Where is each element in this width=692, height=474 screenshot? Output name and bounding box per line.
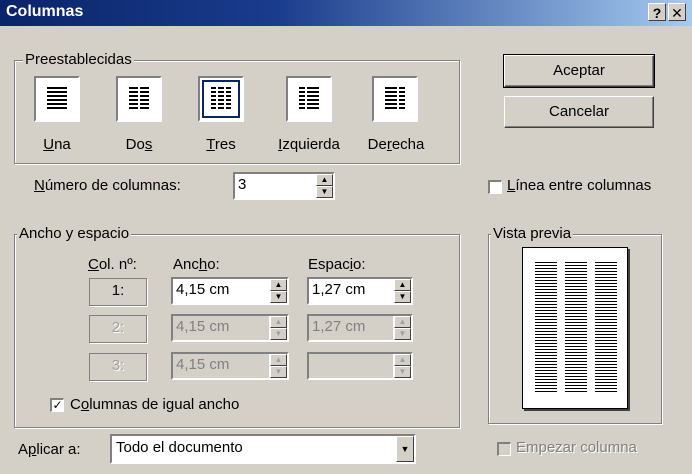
width-value-3: 4,15 cm: [176, 356, 230, 373]
line-between-label: Línea entre columnas: [507, 177, 652, 194]
apply-to-label: Aplicar a:: [18, 441, 81, 458]
col-number-2: 2:: [89, 315, 147, 343]
down-arrow-icon: ▼: [394, 328, 411, 340]
up-arrow-icon: ▲: [394, 354, 411, 366]
three-columns-icon: [211, 87, 231, 109]
width-value-2: 4,15 cm: [176, 318, 230, 335]
up-arrow-icon: ▲: [270, 354, 287, 366]
down-arrow-icon: ▼: [394, 366, 411, 378]
up-arrow-icon: ▲: [270, 316, 287, 328]
width-value-1: 4,15 cm: [176, 281, 230, 298]
apply-to-select[interactable]: Todo el documento: [110, 434, 416, 464]
preview-group-label: Vista previa: [491, 225, 574, 242]
spacing-spinner-2: ▲ ▼: [393, 316, 411, 340]
preset-left-label: Izquierda: [278, 136, 340, 153]
ok-button[interactable]: Aceptar: [503, 54, 655, 88]
right-columns-icon: [385, 87, 405, 109]
start-column-label: Empezar columna: [516, 439, 637, 456]
num-columns-spinner[interactable]: ▲ ▼: [315, 174, 333, 198]
dropdown-arrow-icon[interactable]: ▼: [396, 436, 414, 462]
width-spinner-2: ▲ ▼: [269, 316, 287, 340]
preset-two-button[interactable]: [116, 76, 162, 122]
up-arrow-icon[interactable]: ▲: [394, 279, 411, 291]
width-header: Ancho:: [173, 256, 220, 273]
up-arrow-icon[interactable]: ▲: [270, 279, 287, 291]
preset-three-label: Tres: [206, 136, 236, 153]
preset-one-label: Una: [43, 136, 71, 153]
close-button[interactable]: ✕: [668, 3, 686, 21]
line-between-checkbox[interactable]: [488, 180, 502, 194]
num-columns-value: 3: [238, 176, 247, 193]
start-column-checkbox: [497, 442, 511, 456]
apply-to-value: Todo el documento: [116, 439, 243, 456]
preset-right-label: Derecha: [367, 136, 425, 153]
up-arrow-icon: ▲: [394, 316, 411, 328]
preset-two-label: Dos: [125, 136, 153, 153]
preview-column-2: [565, 262, 587, 394]
equal-width-label: Columnas de igual ancho: [70, 396, 240, 413]
one-column-icon: [47, 87, 67, 109]
width-spinner-1[interactable]: ▲ ▼: [269, 279, 287, 303]
up-arrow-icon[interactable]: ▲: [316, 174, 333, 186]
down-arrow-icon[interactable]: ▼: [270, 291, 287, 303]
spacing-value-1: 1,27 cm: [312, 281, 366, 298]
presets-group-label: Preestablecidas: [23, 51, 134, 68]
col-number-header: Col. nº:: [88, 256, 137, 273]
preset-one-button[interactable]: [34, 76, 80, 122]
col-number-3: 3:: [89, 353, 147, 381]
down-arrow-icon[interactable]: ▼: [316, 186, 333, 198]
preview-page: [522, 247, 628, 409]
col-number-1: 1:: [89, 278, 147, 306]
two-columns-icon: [129, 87, 149, 109]
preview-column-1: [535, 262, 557, 394]
preset-right-button[interactable]: [372, 76, 418, 122]
dialog-title: Columnas: [6, 3, 84, 20]
equal-width-checkbox[interactable]: ✓: [50, 398, 64, 412]
left-columns-icon: [299, 87, 319, 109]
help-button[interactable]: ?: [648, 3, 666, 21]
spacing-spinner-1[interactable]: ▲ ▼: [393, 279, 411, 303]
cancel-button[interactable]: Cancelar: [504, 96, 654, 128]
preview-column-3: [595, 262, 617, 394]
down-arrow-icon: ▼: [270, 328, 287, 340]
preset-three-button[interactable]: [198, 76, 244, 122]
down-arrow-icon[interactable]: ▼: [394, 291, 411, 303]
spacing-value-2: 1,27 cm: [312, 318, 366, 335]
spacing-spinner-3: ▲ ▼: [393, 354, 411, 378]
width-spacing-group-label: Ancho y espacio: [17, 225, 132, 242]
num-columns-label: Número de columnas:: [34, 177, 181, 194]
title-bar: Columnas ? ✕: [0, 0, 692, 26]
width-spinner-3: ▲ ▼: [269, 354, 287, 378]
spacing-header: Espacio:: [308, 256, 366, 273]
down-arrow-icon: ▼: [270, 366, 287, 378]
preset-left-button[interactable]: [286, 76, 332, 122]
